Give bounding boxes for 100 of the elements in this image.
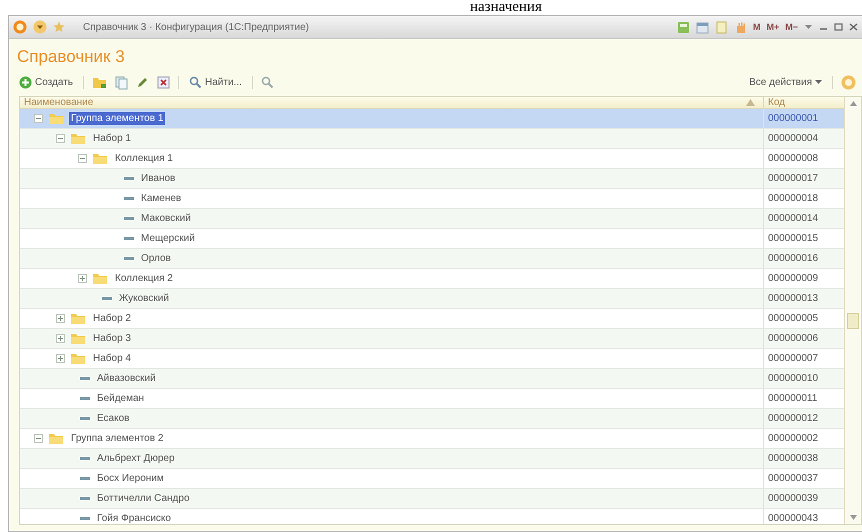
tree-row[interactable]: Иванов 000000017 <box>20 169 844 189</box>
maximize-icon[interactable] <box>834 23 843 31</box>
copy-document-icon[interactable] <box>115 76 128 90</box>
delete-icon[interactable] <box>157 76 170 89</box>
item-name: Бейдеман <box>96 392 146 405</box>
form-title: Справочник 3 <box>16 46 126 68</box>
memory-button[interactable]: M <box>752 22 760 32</box>
code-cell-text: 000000009 <box>767 272 820 286</box>
item-dash-icon <box>80 417 90 420</box>
pencil-icon[interactable] <box>136 76 150 89</box>
collapse-icon[interactable] <box>78 154 87 163</box>
plus-icon <box>19 76 32 89</box>
group-name: Группа элементов 1 <box>69 112 166 125</box>
tree-row[interactable]: Боттичелли Сандро 000000039 <box>20 489 844 509</box>
code-cell-text: 000000018 <box>767 192 820 206</box>
tree-row[interactable]: Набор 2 000000005 <box>20 309 844 329</box>
memory-button[interactable]: M− <box>785 22 798 32</box>
expand-icon[interactable] <box>78 274 87 283</box>
vertical-scrollbar[interactable] <box>844 97 861 524</box>
star-icon[interactable] <box>53 21 65 33</box>
document-icon[interactable] <box>714 20 728 34</box>
folder-icon <box>92 152 108 165</box>
create-button[interactable]: Создать <box>17 75 76 90</box>
group-name: Группа элементов 2 <box>70 432 164 445</box>
group-name: Коллекция 2 <box>114 272 174 285</box>
find-button[interactable]: Найти... <box>187 75 244 90</box>
scroll-up-icon[interactable] <box>850 101 856 106</box>
document-heading-fragment: назначения <box>470 0 542 15</box>
item-dash-icon <box>124 197 134 200</box>
calendar-icon[interactable] <box>696 20 709 34</box>
calculator-icon[interactable] <box>676 20 690 34</box>
group-name: Набор 3 <box>92 332 132 345</box>
folder-icon <box>92 272 108 285</box>
tree-row[interactable]: Жуковский 000000013 <box>20 289 844 309</box>
folder-icon <box>70 312 86 325</box>
window-title: Справочник 3 · Конфигурация (1С:Предприятие) <box>83 22 309 32</box>
expand-icon[interactable] <box>56 314 65 323</box>
tree-row[interactable]: Айвазовский 000000010 <box>20 369 844 389</box>
tree-row[interactable]: Бейдеман 000000011 <box>20 389 844 409</box>
item-dash-icon <box>80 477 90 480</box>
code-cell-text: 000000038 <box>767 452 820 466</box>
sort-icon[interactable] <box>746 99 755 106</box>
code-cell-text: 000000008 <box>767 152 820 166</box>
all-actions-menu[interactable]: Все действия <box>747 76 824 89</box>
item-name: Гойя Франсиско <box>96 512 172 524</box>
memory-button[interactable]: M+ <box>766 22 780 32</box>
scrollbar-thumb[interactable] <box>847 312 859 328</box>
folder-icon <box>70 352 86 365</box>
tree-row[interactable]: Набор 3 000000006 <box>20 329 844 349</box>
code-cell-text: 000000010 <box>767 372 820 386</box>
item-dash-icon <box>80 517 90 520</box>
code-cell-text: 000000006 <box>767 332 820 346</box>
tree-row[interactable]: Босх Иероним 000000037 <box>20 469 844 489</box>
tree-row[interactable]: Группа элементов 1 000000001 <box>20 109 844 129</box>
code-cell-text: 000000039 <box>767 492 820 506</box>
expand-icon[interactable] <box>56 334 65 343</box>
item-dash-icon <box>124 237 134 240</box>
item-dash-icon <box>80 377 90 380</box>
item-dash-icon <box>80 497 90 500</box>
search-cancel-icon[interactable] <box>260 76 274 89</box>
collapse-icon[interactable] <box>56 134 65 143</box>
folder-icon <box>48 432 64 445</box>
tree-row[interactable]: Мещерский 000000015 <box>20 229 844 249</box>
tree-row[interactable]: Есаков 000000012 <box>20 409 844 429</box>
code-cell-text: 000000043 <box>767 512 820 524</box>
item-dash-icon <box>80 397 90 400</box>
dropdown-menu-icon[interactable] <box>33 20 47 34</box>
help-icon[interactable] <box>841 75 856 90</box>
tree-row[interactable]: Коллекция 1 000000008 <box>20 149 844 169</box>
scroll-down-icon[interactable] <box>850 515 856 520</box>
folder-icon <box>70 332 86 345</box>
group-name: Набор 4 <box>92 352 132 365</box>
folder-icon <box>48 112 64 125</box>
code-cell-text: 000000012 <box>767 412 820 426</box>
code-cell-text: 000000037 <box>767 472 820 486</box>
collapse-icon[interactable] <box>34 114 43 123</box>
tree-row[interactable]: Альбрехт Дюрер 000000038 <box>20 449 844 469</box>
code-cell-text: 000000007 <box>767 352 820 366</box>
group-name: Набор 1 <box>92 132 132 145</box>
close-icon[interactable] <box>849 23 858 31</box>
dropdown-icon[interactable] <box>804 23 813 31</box>
item-name: Орлов <box>140 252 172 265</box>
search-icon <box>189 76 202 89</box>
expand-icon[interactable] <box>56 354 65 363</box>
item-dash-icon <box>124 217 134 220</box>
folder-add-icon[interactable] <box>92 76 108 89</box>
tree-row[interactable]: Набор 1 000000004 <box>20 129 844 149</box>
tree-row[interactable]: Коллекция 2 000000009 <box>20 269 844 289</box>
tree-row[interactable]: Каменев 000000018 <box>20 189 844 209</box>
tree-row[interactable]: Орлов 000000016 <box>20 249 844 269</box>
item-name: Маковский <box>140 212 192 225</box>
item-dash-icon <box>124 257 134 260</box>
tree-row[interactable]: Маковский 000000014 <box>20 209 844 229</box>
app-logo-icon[interactable] <box>13 20 27 34</box>
item-dash-icon <box>124 177 134 180</box>
collapse-icon[interactable] <box>34 434 43 443</box>
item-dash-icon <box>80 457 90 460</box>
tree-row[interactable]: Набор 4 000000007 <box>20 349 844 369</box>
item-name: Боттичелли Сандро <box>96 492 190 505</box>
tree-row[interactable]: Группа элементов 2 000000002 <box>20 429 844 449</box>
